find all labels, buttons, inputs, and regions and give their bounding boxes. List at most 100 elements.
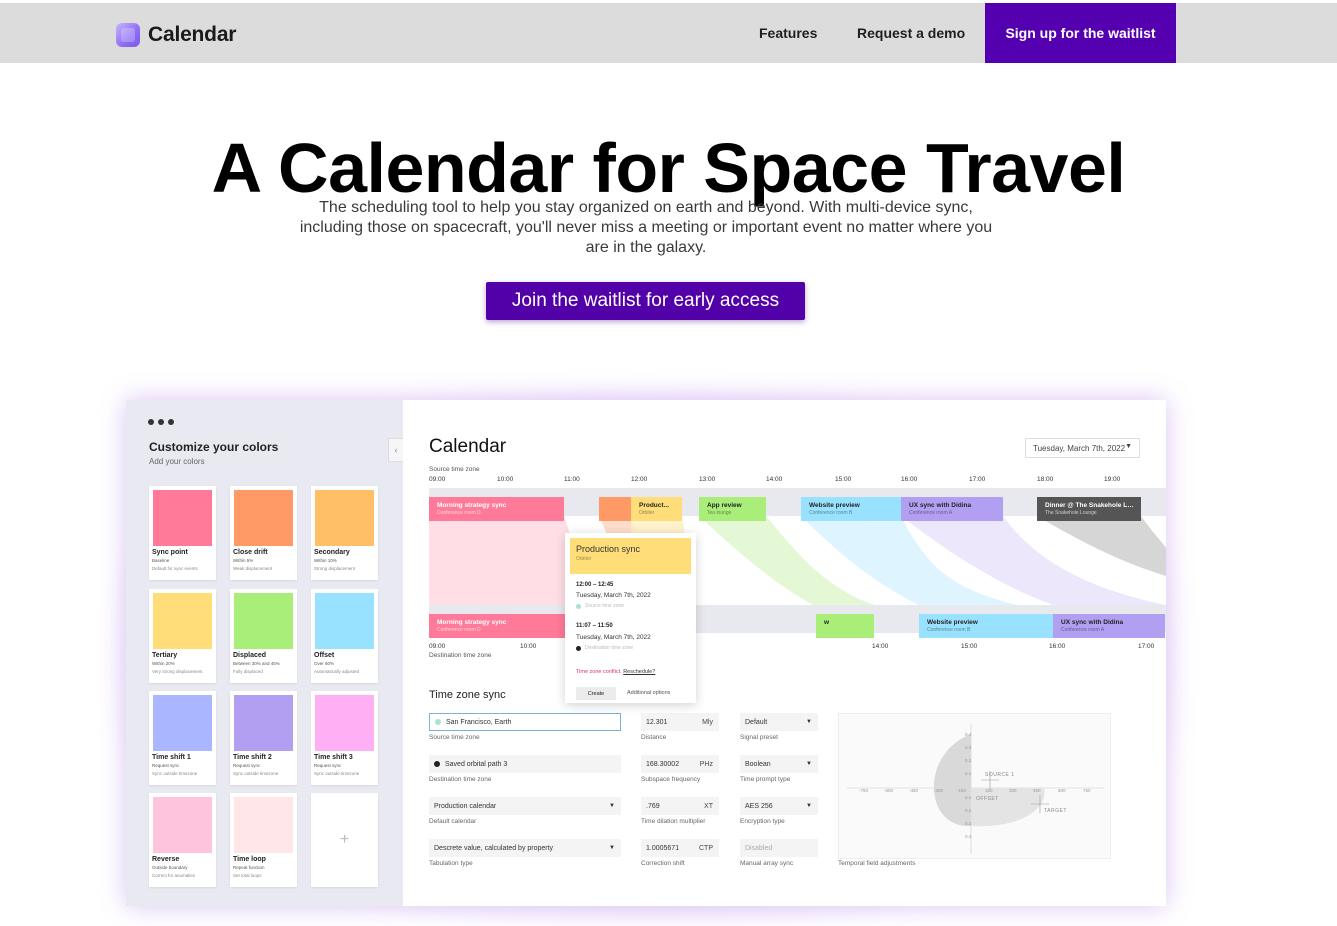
graph-x-tick: 300: [1009, 788, 1017, 793]
color-swatch[interactable]: Offset Over 60% Automatically adjusted: [311, 589, 378, 683]
color-swatch[interactable]: Sync point Baseline Default for sync event…: [149, 486, 216, 580]
graph-x-tick: -450: [909, 788, 919, 793]
color-swatch[interactable]: Time loop Repeat function Set total loops: [230, 793, 297, 887]
calendar-title: Calendar: [429, 436, 507, 457]
swatch-rule: Between 30% and 45%: [233, 661, 280, 666]
destination-dot-icon: [434, 761, 440, 767]
subspace-frequency-input[interactable]: 168.30002 PHz: [641, 755, 719, 773]
tabulation-type-value: Descrete value, calculated by property: [434, 844, 554, 852]
temporal-field-plot: -750 -600 -450 -300 -150 150 300 450 600 750 0.4 0.…: [847, 724, 1104, 854]
swatch-description: Set total loops: [233, 873, 262, 878]
swatch-color-chip: [315, 695, 374, 751]
calendar-event-destination[interactable]: w: [816, 614, 874, 638]
color-swatch[interactable]: Reverse Outside boundary Correct for anoma…: [149, 793, 216, 887]
swatch-name: Time shift 1: [152, 754, 191, 761]
create-button[interactable]: Create: [576, 687, 616, 700]
source-time-tick: 15:00: [835, 476, 852, 483]
graph-x-tick: 750: [1083, 788, 1091, 793]
swatch-name: Close drift: [233, 549, 268, 556]
color-swatch[interactable]: Time shift 1 Request sync Sync outside tim…: [149, 691, 216, 785]
calendar-event-destination[interactable]: Website preview Conference room B: [919, 614, 1053, 638]
calendar-event-source[interactable]: Product... Orbiter: [631, 497, 682, 521]
graph-y-tick: 0.3: [965, 821, 972, 826]
collapse-sidebar-button[interactable]: ‹: [388, 438, 403, 462]
calendar-event-source[interactable]: UX sync with Didina Conference room A: [901, 497, 1003, 521]
swatch-name: Secondary: [314, 549, 350, 556]
time-dilation-value: .769: [646, 802, 660, 810]
swatch-rule: Request sync: [314, 763, 342, 768]
source-timezone-field[interactable]: San Francisco, Earth: [429, 713, 621, 731]
event-title: w: [824, 619, 830, 626]
manual-array-sync-field: Disabled: [740, 839, 818, 857]
reschedule-link[interactable]: Reschedule?: [623, 669, 655, 675]
correction-shift-value: 1.0005671: [646, 844, 680, 852]
distance-input[interactable]: 12.301 Mly: [641, 713, 719, 731]
event-title: Website preview: [809, 502, 860, 509]
time-dilation-input[interactable]: .769 XT: [641, 797, 719, 815]
popup-date-source: Tuesday, March 7th, 2022: [576, 592, 651, 599]
signal-preset-select[interactable]: Default ▼: [740, 713, 818, 731]
destination-timezone-field[interactable]: Saved orbital path 3: [429, 755, 621, 773]
additional-options-link[interactable]: Additional options: [627, 690, 670, 696]
date-select[interactable]: Tuesday, March 7th, 2022 ▼: [1025, 438, 1140, 458]
calendar-event-destination[interactable]: UX sync with Didina Conference room A: [1053, 614, 1165, 638]
default-calendar-label: Default calendar: [429, 818, 477, 825]
swatch-description: Sync outside timezone: [152, 771, 198, 776]
swatch-rule: Repeat function: [233, 865, 265, 870]
color-swatch[interactable]: Close drift Within 5% Weak displacement: [230, 486, 297, 580]
event-popup: Production sync Orbiter 12:00 – 12:45 Tu…: [565, 533, 696, 703]
graph-x-tick: 450: [1033, 788, 1041, 793]
correction-shift-input[interactable]: 1.0005671 CTP: [641, 839, 719, 857]
source-dot-icon: [435, 719, 441, 725]
calendar-event-source[interactable]: Morning strategy sync Conference room D: [429, 497, 564, 521]
event-title: UX sync with Didina: [1061, 619, 1124, 626]
graph-x-tick: 600: [1058, 788, 1066, 793]
swatch-color-chip: [315, 490, 374, 546]
timezone-sync-title: Time zone sync: [429, 689, 506, 701]
encryption-type-value: AES 256: [745, 802, 773, 810]
event-title: Dinner @ The Snakehole Lo...: [1045, 502, 1135, 509]
join-waitlist-button[interactable]: Join the waitlist for early access: [486, 282, 805, 320]
tabulation-type-select[interactable]: Descrete value, calculated by property ▼: [429, 839, 621, 857]
nav-link-features[interactable]: Features: [759, 25, 817, 41]
logo[interactable]: Calendar: [116, 23, 236, 47]
swatch-rule: Over 60%: [314, 661, 335, 666]
color-swatch[interactable]: Time shift 2 Request sync Sync outside tim…: [230, 691, 297, 785]
swatch-rule: Baseline: [152, 558, 170, 563]
source-time-tick: 10:00: [497, 476, 514, 483]
graph-x-tick: -600: [884, 788, 894, 793]
color-swatch[interactable]: Time shift 3 Request sync Sync outside tim…: [311, 691, 378, 785]
color-swatch[interactable]: Tertiary Within 20% Very strong displaceme…: [149, 589, 216, 683]
calendar-event-source[interactable]: App review Tea lounge: [699, 497, 766, 521]
swatch-description: Fully displaced: [233, 669, 263, 674]
swatch-rule: Within 10%: [314, 558, 337, 563]
calendar-event-source[interactable]: Website preview Conference room B: [801, 497, 901, 521]
swatch-description: Correct for anomalies: [152, 873, 196, 878]
encryption-type-select[interactable]: AES 256 ▼: [740, 797, 818, 815]
swatch-color-chip: [234, 490, 293, 546]
signup-waitlist-button[interactable]: Sign up for the waitlist: [985, 3, 1176, 63]
swatch-color-chip: [315, 593, 374, 649]
graph-offset-label: OFFSET: [976, 796, 999, 802]
swatch-description: Very strong displacement: [152, 669, 203, 674]
add-color-button[interactable]: +: [311, 793, 378, 887]
destination-time-tick: 09:00: [429, 643, 446, 650]
nav-link-request-demo[interactable]: Request a demo: [857, 25, 965, 41]
calendar-event-source[interactable]: [599, 497, 631, 521]
destination-dot-icon: [576, 645, 581, 651]
color-swatch[interactable]: Displaced Between 30% and 45% Fully displa…: [230, 589, 297, 683]
graph-source-label: SOURCE 1: [985, 772, 1015, 778]
temporal-field-graph[interactable]: -750 -600 -450 -300 -150 150 300 450 600 750 0.4 0.…: [838, 713, 1111, 859]
swatch-color-chip: [153, 695, 212, 751]
time-prompt-type-select[interactable]: Boolean ▼: [740, 755, 818, 773]
top-nav-bar: Calendar Features Request a demo Sign up…: [0, 3, 1337, 63]
tabulation-type-label: Tabulation type: [429, 860, 473, 867]
source-timezone-value: San Francisco, Earth: [446, 718, 512, 726]
chevron-down-icon: ▼: [806, 761, 812, 767]
graph-y-tick: 0.3: [965, 745, 972, 750]
calendar-event-source[interactable]: Dinner @ The Snakehole Lo... The Snakehol…: [1037, 497, 1141, 521]
destination-timezone-label: Destination time zone: [429, 652, 492, 659]
default-calendar-select[interactable]: Production calendar ▼: [429, 797, 621, 815]
color-swatch[interactable]: Secondary Within 10% Strong displacement: [311, 486, 378, 580]
event-title: Morning strategy sync: [437, 502, 507, 509]
